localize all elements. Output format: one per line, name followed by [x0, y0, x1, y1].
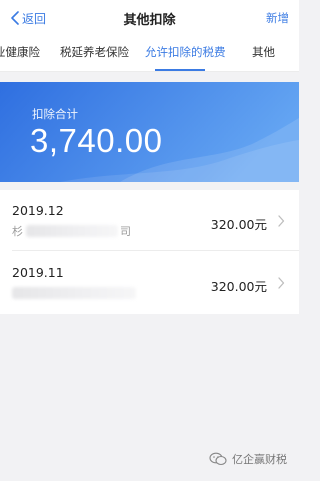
list-item[interactable]: 2019.11 320.00元 [0, 252, 299, 310]
record-amount: 320.00元 [210, 217, 267, 232]
redacted-company-name [26, 225, 118, 237]
record-date: 2019.12 [12, 203, 64, 218]
redacted-company-name [12, 287, 136, 299]
watermark: 亿企赢财税 [209, 451, 287, 467]
chevron-right-icon [278, 215, 285, 227]
chevron-right-icon [278, 277, 285, 289]
tab-bar: 业健康险 税延养老保险 允许扣除的税费 其他 [0, 36, 299, 72]
tab-deductible-taxes[interactable]: 允许扣除的税费 [145, 44, 226, 60]
active-tab-indicator [155, 69, 205, 71]
tab-pension-insurance[interactable]: 税延养老保险 [60, 44, 129, 60]
top-bar: 返回 其他扣除 新增 [0, 0, 299, 36]
watermark-text: 亿企赢财税 [232, 453, 287, 466]
wechat-icon [209, 452, 227, 466]
record-date: 2019.11 [12, 265, 64, 280]
record-sub-suffix: 司 [120, 225, 131, 238]
row-divider [12, 250, 299, 251]
record-list: 2019.12 杉 司 320.00元 2019.11 320.00元 [0, 190, 299, 314]
tab-health-insurance[interactable]: 业健康险 [0, 44, 40, 60]
new-button[interactable]: 新增 [266, 10, 289, 26]
record-sub-prefix: 杉 [12, 225, 23, 238]
list-item[interactable]: 2019.12 杉 司 320.00元 [0, 190, 299, 251]
tab-other[interactable]: 其他 [252, 44, 275, 60]
page-title: 其他扣除 [123, 13, 176, 28]
record-amount: 320.00元 [210, 279, 267, 294]
summary-amount: 3,740.00 [30, 122, 163, 159]
summary-label: 扣除合计 [32, 107, 78, 121]
